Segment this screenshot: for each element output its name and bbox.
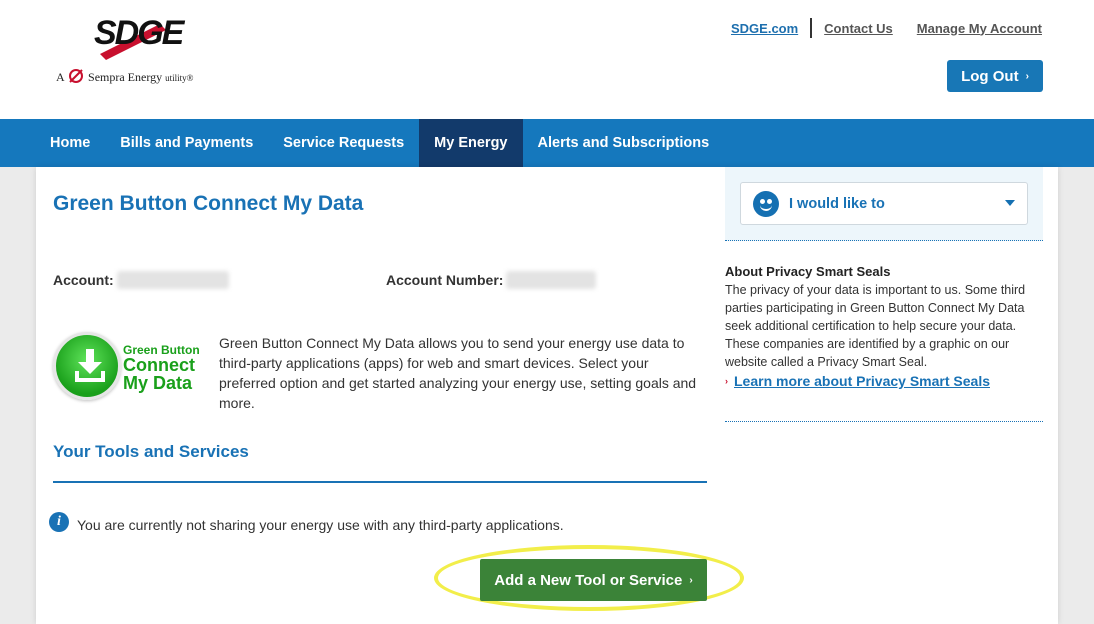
nav-home[interactable]: Home (0, 119, 105, 167)
nav-alerts-subscriptions[interactable]: Alerts and Subscriptions (523, 119, 725, 167)
contact-us-link[interactable]: Contact Us (824, 21, 893, 36)
sidebar-action-box: I would like to (725, 167, 1043, 241)
account-number-label: Account Number: (386, 272, 504, 288)
logo-brand: SDGE (94, 14, 184, 52)
chevron-right-icon: › (1025, 70, 1029, 82)
privacy-link-row: › Learn more about Privacy Smart Seals (725, 373, 1043, 389)
privacy-divider (725, 421, 1043, 422)
privacy-body: The privacy of your data is important to… (725, 283, 1026, 369)
account-value-redacted (116, 271, 229, 289)
account-number-field: Account Number: (386, 271, 597, 289)
green-button-logo: Green Button Connect My Data (53, 332, 205, 414)
learn-more-privacy-link[interactable]: Learn more about Privacy Smart Seals (734, 373, 990, 389)
account-field: Account: (53, 271, 229, 289)
account-label: Account: (53, 272, 114, 288)
nav-bills-payments[interactable]: Bills and Payments (105, 119, 268, 167)
gb-line3: My Data (123, 373, 193, 393)
page-title: Green Button Connect My Data (53, 192, 364, 215)
main-nav: Home Bills and Payments Service Requests… (0, 119, 1094, 167)
intro-text: Green Button Connect My Data allows you … (219, 335, 697, 411)
green-button-circle (53, 332, 121, 400)
logo-tag-prefix: A (56, 70, 65, 84)
caret-down-icon (1005, 200, 1015, 206)
link-divider (810, 18, 813, 38)
logo-tag-company: Sempra Energy (88, 70, 163, 84)
info-icon: i (49, 512, 69, 532)
account-number-redacted (506, 271, 597, 289)
logo-tagline: A Sempra Energy utility® (56, 68, 193, 85)
add-tool-button[interactable]: Add a New Tool or Service › (480, 559, 707, 601)
manage-account-link[interactable]: Manage My Account (917, 21, 1042, 36)
nav-my-energy[interactable]: My Energy (419, 119, 523, 167)
top-links: SDGE.com Contact Us Manage My Account (731, 18, 1042, 38)
add-tool-label: Add a New Tool or Service (494, 571, 683, 589)
chevron-right-icon: › (725, 376, 728, 386)
sdge-com-link[interactable]: SDGE.com (731, 21, 798, 36)
site-header: SDGE A Sempra Energy utility® SDGE.com C… (0, 0, 1094, 119)
tools-section-title: Your Tools and Services (53, 442, 249, 461)
log-out-label: Log Out (961, 67, 1019, 85)
dropdown-label: I would like to (789, 195, 885, 212)
download-icon (75, 349, 105, 382)
section-divider (53, 481, 707, 483)
logo-tag-suffix: utility® (165, 73, 194, 83)
log-out-button[interactable]: Log Out › (947, 60, 1043, 92)
nav-service-requests[interactable]: Service Requests (268, 119, 419, 167)
gb-line2: Connect (123, 355, 195, 375)
chevron-right-icon: › (689, 574, 693, 586)
sdge-logo[interactable]: SDGE A Sempra Energy utility® (52, 14, 202, 90)
privacy-title: About Privacy Smart Seals (725, 264, 891, 279)
sempra-swirl-icon (69, 69, 84, 83)
privacy-seals-panel: About Privacy Smart Seals The privacy of… (725, 264, 1043, 389)
content-panel: Green Button Connect My Data Account: Ac… (36, 167, 1058, 624)
green-button-wordmark: Green Button Connect My Data (123, 344, 200, 392)
smiley-icon (753, 190, 779, 217)
info-message: You are currently not sharing your energ… (77, 517, 564, 533)
i-would-like-to-dropdown[interactable]: I would like to (740, 182, 1028, 225)
